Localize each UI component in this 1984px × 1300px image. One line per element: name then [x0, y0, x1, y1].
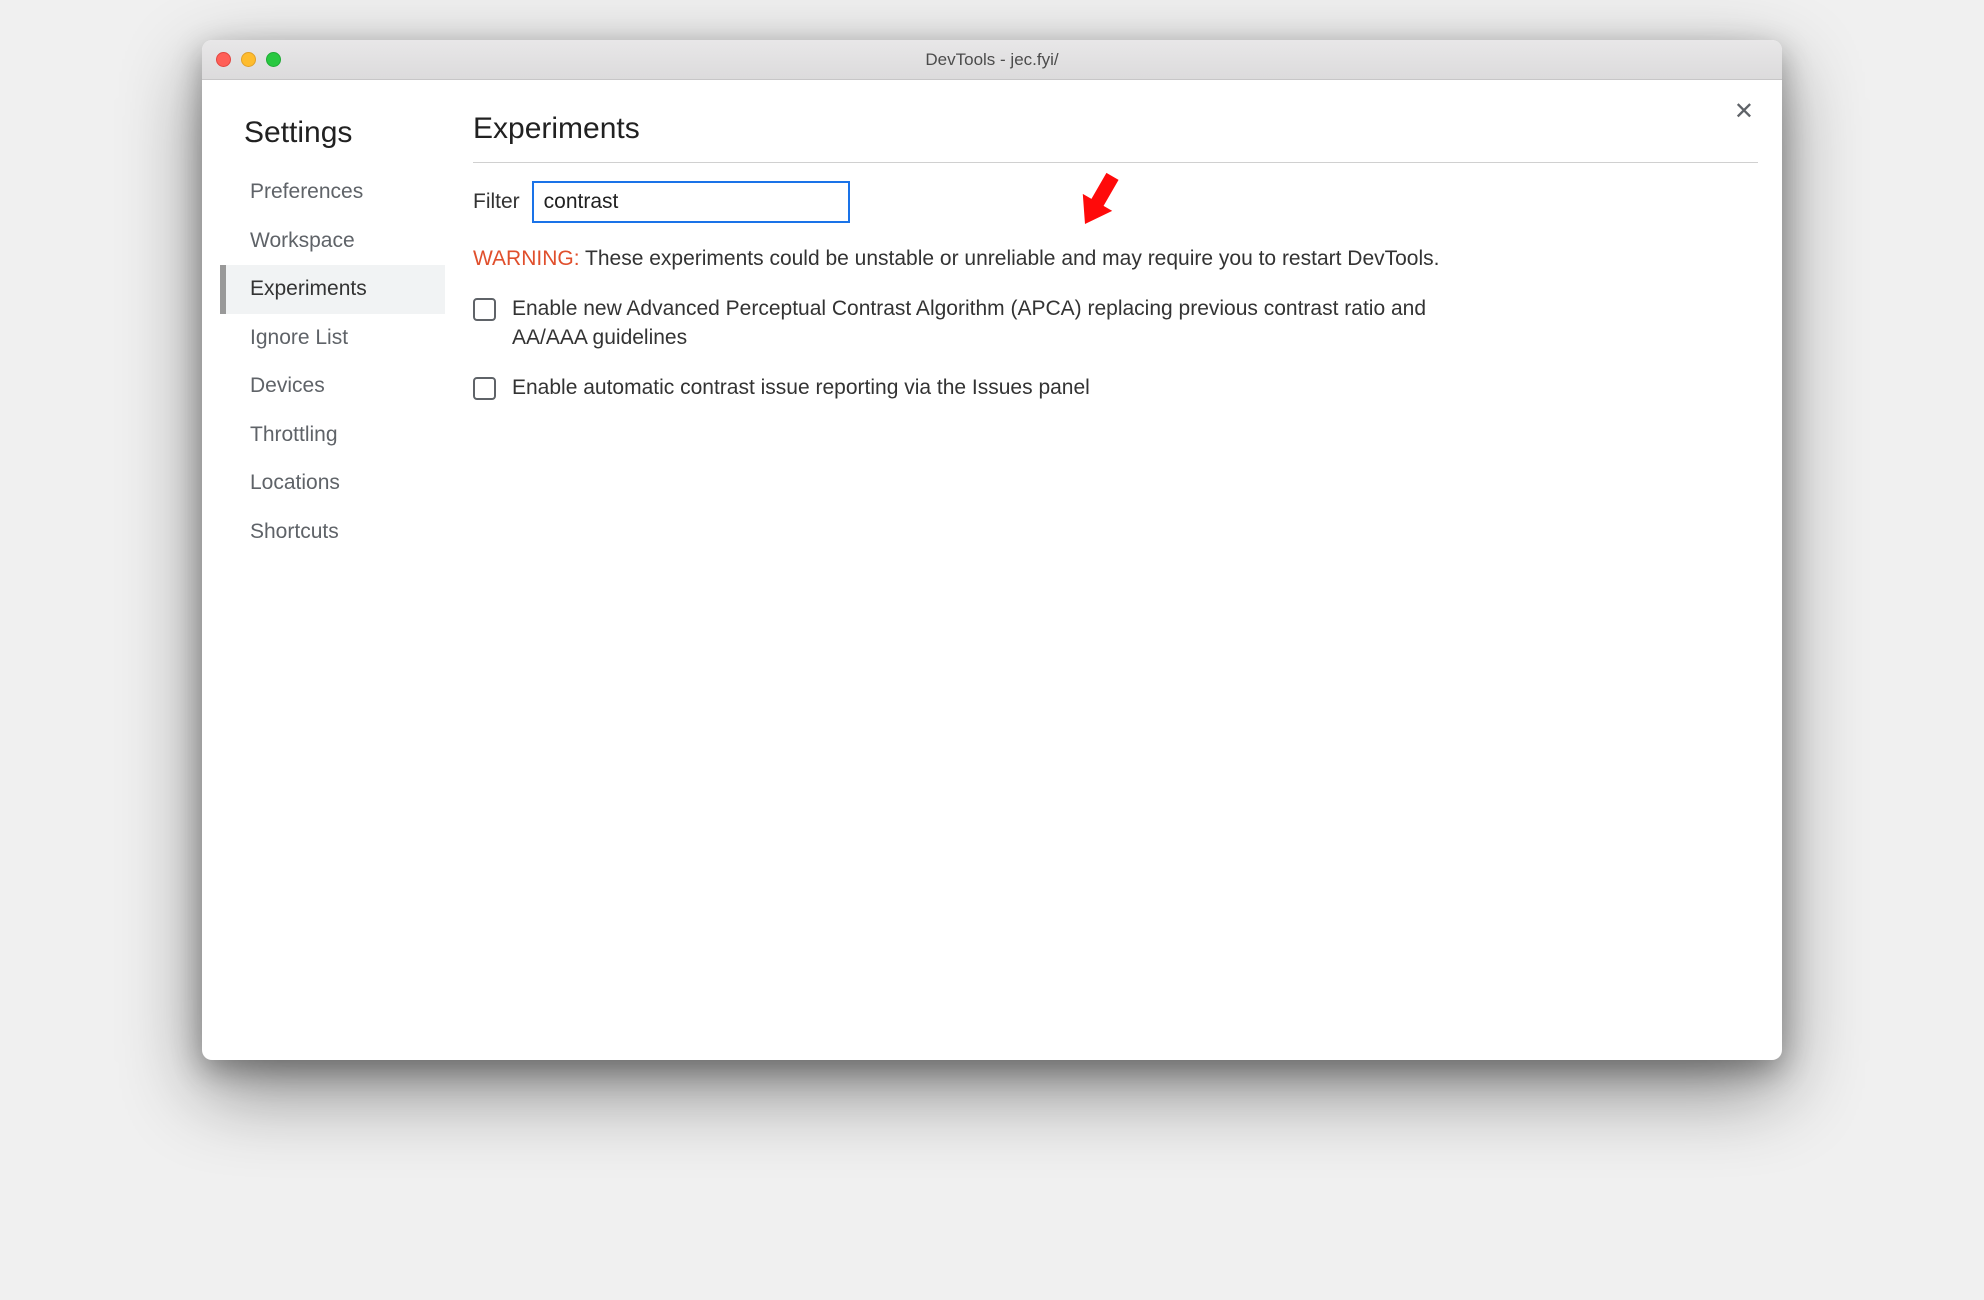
warning-label: WARNING:: [473, 247, 580, 270]
experiment-row: Enable automatic contrast issue reportin…: [473, 374, 1493, 402]
filter-row: Filter: [473, 181, 1758, 223]
filter-input[interactable]: [532, 181, 850, 223]
experiment-label: Enable automatic contrast issue reportin…: [512, 374, 1090, 402]
sidebar-item-workspace[interactable]: Workspace: [220, 217, 445, 266]
warning-body: These experiments could be unstable or u…: [585, 247, 1439, 270]
sidebar-item-devices[interactable]: Devices: [220, 362, 445, 411]
experiment-label: Enable new Advanced Perceptual Contrast …: [512, 295, 1493, 352]
window-title: DevTools - jec.fyi/: [202, 50, 1782, 70]
experiment-checkbox-apca[interactable]: [473, 298, 496, 321]
experiments-warning: WARNING: These experiments could be unst…: [473, 245, 1493, 273]
sidebar-item-throttling[interactable]: Throttling: [220, 411, 445, 460]
sidebar-item-experiments[interactable]: Experiments: [220, 265, 445, 314]
titlebar: DevTools - jec.fyi/: [202, 40, 1782, 80]
settings-sidebar: Settings Preferences Workspace Experimen…: [220, 108, 445, 1040]
sidebar-item-shortcuts[interactable]: Shortcuts: [220, 508, 445, 557]
sidebar-item-ignore-list[interactable]: Ignore List: [220, 314, 445, 363]
devtools-window: DevTools - jec.fyi/ ✕ Settings Preferenc…: [202, 40, 1782, 1060]
experiment-row: Enable new Advanced Perceptual Contrast …: [473, 295, 1493, 352]
traffic-lights: [216, 52, 281, 67]
sidebar-title: Settings: [220, 112, 445, 168]
page-title: Experiments: [473, 112, 1758, 163]
sidebar-item-preferences[interactable]: Preferences: [220, 168, 445, 217]
settings-main: Experiments Filter WARNING: These experi…: [445, 108, 1758, 1040]
minimize-window-icon[interactable]: [241, 52, 256, 67]
experiments-list: Enable new Advanced Perceptual Contrast …: [473, 295, 1758, 402]
close-window-icon[interactable]: [216, 52, 231, 67]
settings-body: ✕ Settings Preferences Workspace Experim…: [202, 80, 1782, 1060]
sidebar-item-locations[interactable]: Locations: [220, 459, 445, 508]
zoom-window-icon[interactable]: [266, 52, 281, 67]
experiment-checkbox-issues-contrast[interactable]: [473, 377, 496, 400]
filter-label: Filter: [473, 190, 520, 214]
